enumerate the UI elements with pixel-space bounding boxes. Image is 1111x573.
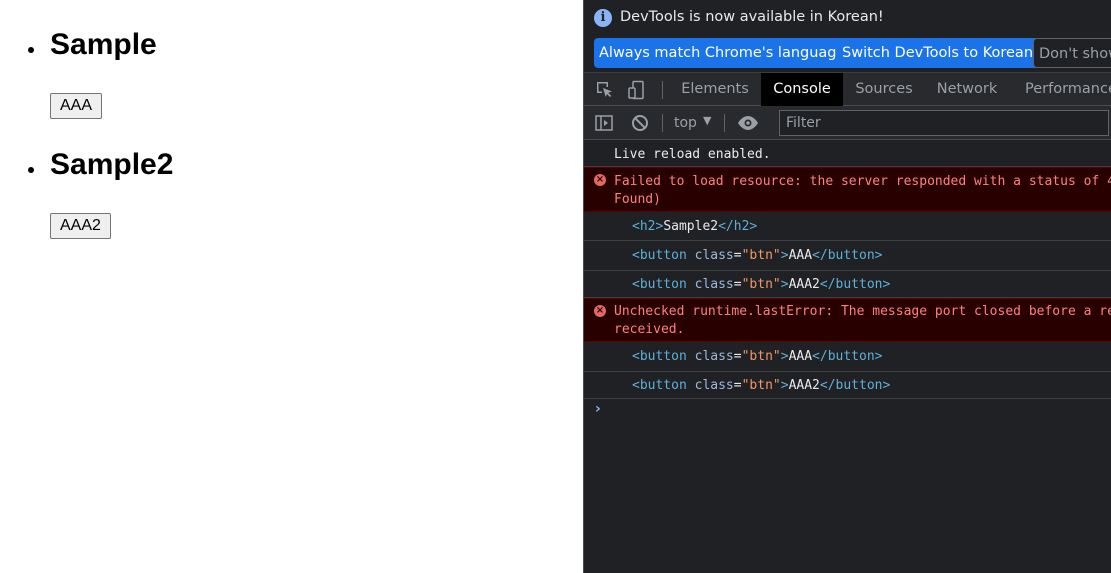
- message-text: Live reload enabled.: [614, 147, 771, 162]
- console-error: × Failed to load resource: the server re…: [584, 167, 1111, 212]
- console-prompt[interactable]: ›: [595, 401, 601, 417]
- sidebar-toggle-icon[interactable]: [594, 113, 614, 133]
- element-node[interactable]: <button class="btn">AAA2</button>: [632, 276, 890, 294]
- tab-performance[interactable]: Performance: [1012, 73, 1111, 106]
- element-node[interactable]: <h2>Sample2</h2>: [632, 218, 757, 236]
- info-icon: i: [594, 9, 612, 27]
- tab-network[interactable]: Network: [926, 73, 1008, 106]
- dont-show-button[interactable]: Don't show again: [1033, 38, 1111, 68]
- element-node[interactable]: <button class="btn">AAA</button>: [632, 247, 883, 265]
- tab-elements[interactable]: Elements: [672, 73, 758, 106]
- element-log[interactable]: <button class="btn">AAA</button>: [584, 241, 1111, 271]
- aaa-button[interactable]: AAA: [50, 93, 103, 119]
- bullet: [28, 167, 34, 173]
- console-toolbar: top ▼: [584, 106, 1111, 140]
- tab-console[interactable]: Console: [761, 73, 843, 106]
- language-infobar: i DevTools is now available in Korean! A…: [584, 0, 1111, 72]
- console-output: Live reload enabled. × Failed to load re…: [584, 140, 1111, 573]
- device-toolbar-icon[interactable]: [627, 80, 647, 100]
- tab-sources[interactable]: Sources: [843, 73, 925, 106]
- console-message: Live reload enabled.: [584, 140, 1111, 167]
- error-icon: ×: [594, 174, 606, 186]
- toolbar-divider: [662, 114, 663, 132]
- element-log[interactable]: <button class="btn">AAA2</button>: [584, 271, 1111, 298]
- toolbar-divider: [724, 114, 725, 132]
- toolbar-divider: [662, 81, 663, 99]
- element-log[interactable]: <h2>Sample2</h2>: [584, 212, 1111, 241]
- console-error: × Unchecked runtime.lastError: The messa…: [584, 298, 1111, 342]
- error-icon: ×: [594, 305, 606, 317]
- error-text: Found): [614, 192, 661, 207]
- list-item: Sample AAA: [0, 28, 583, 168]
- aaa2-button[interactable]: AAA2: [50, 213, 111, 239]
- element-node[interactable]: <button class="btn">AAA2</button>: [632, 377, 890, 395]
- switch-language-button[interactable]: Switch DevTools to Korean: [837, 38, 1039, 68]
- list-item: Sample2 AAA2: [0, 148, 583, 288]
- infobar-message: DevTools is now available in Korean!: [620, 9, 884, 25]
- clear-console-icon[interactable]: [630, 113, 650, 133]
- context-selector[interactable]: top: [674, 115, 697, 131]
- error-text: Unchecked runtime.lastError: The message…: [614, 304, 1111, 319]
- item-heading: Sample2: [50, 148, 174, 181]
- eye-icon[interactable]: [737, 113, 758, 133]
- bullet: [28, 47, 34, 53]
- filter-input[interactable]: [779, 110, 1109, 136]
- chevron-down-icon[interactable]: ▼: [703, 114, 711, 127]
- match-language-button[interactable]: Always match Chrome's language: [594, 38, 851, 68]
- element-log[interactable]: <button class="btn">AAA2</button>: [584, 372, 1111, 399]
- element-log[interactable]: <button class="btn">AAA</button>: [584, 342, 1111, 372]
- inspect-element-icon[interactable]: [595, 80, 615, 100]
- error-text: Failed to load resource: the server resp…: [614, 174, 1111, 189]
- error-text: received.: [614, 322, 685, 337]
- item-heading: Sample: [50, 28, 157, 61]
- element-node[interactable]: <button class="btn">AAA</button>: [632, 348, 883, 366]
- devtools-tabbar: Elements Console Sources Network Perform…: [584, 72, 1111, 106]
- web-page: Sample AAA Sample2 AAA2: [0, 0, 583, 573]
- devtools-panel: i DevTools is now available in Korean! A…: [583, 0, 1111, 573]
